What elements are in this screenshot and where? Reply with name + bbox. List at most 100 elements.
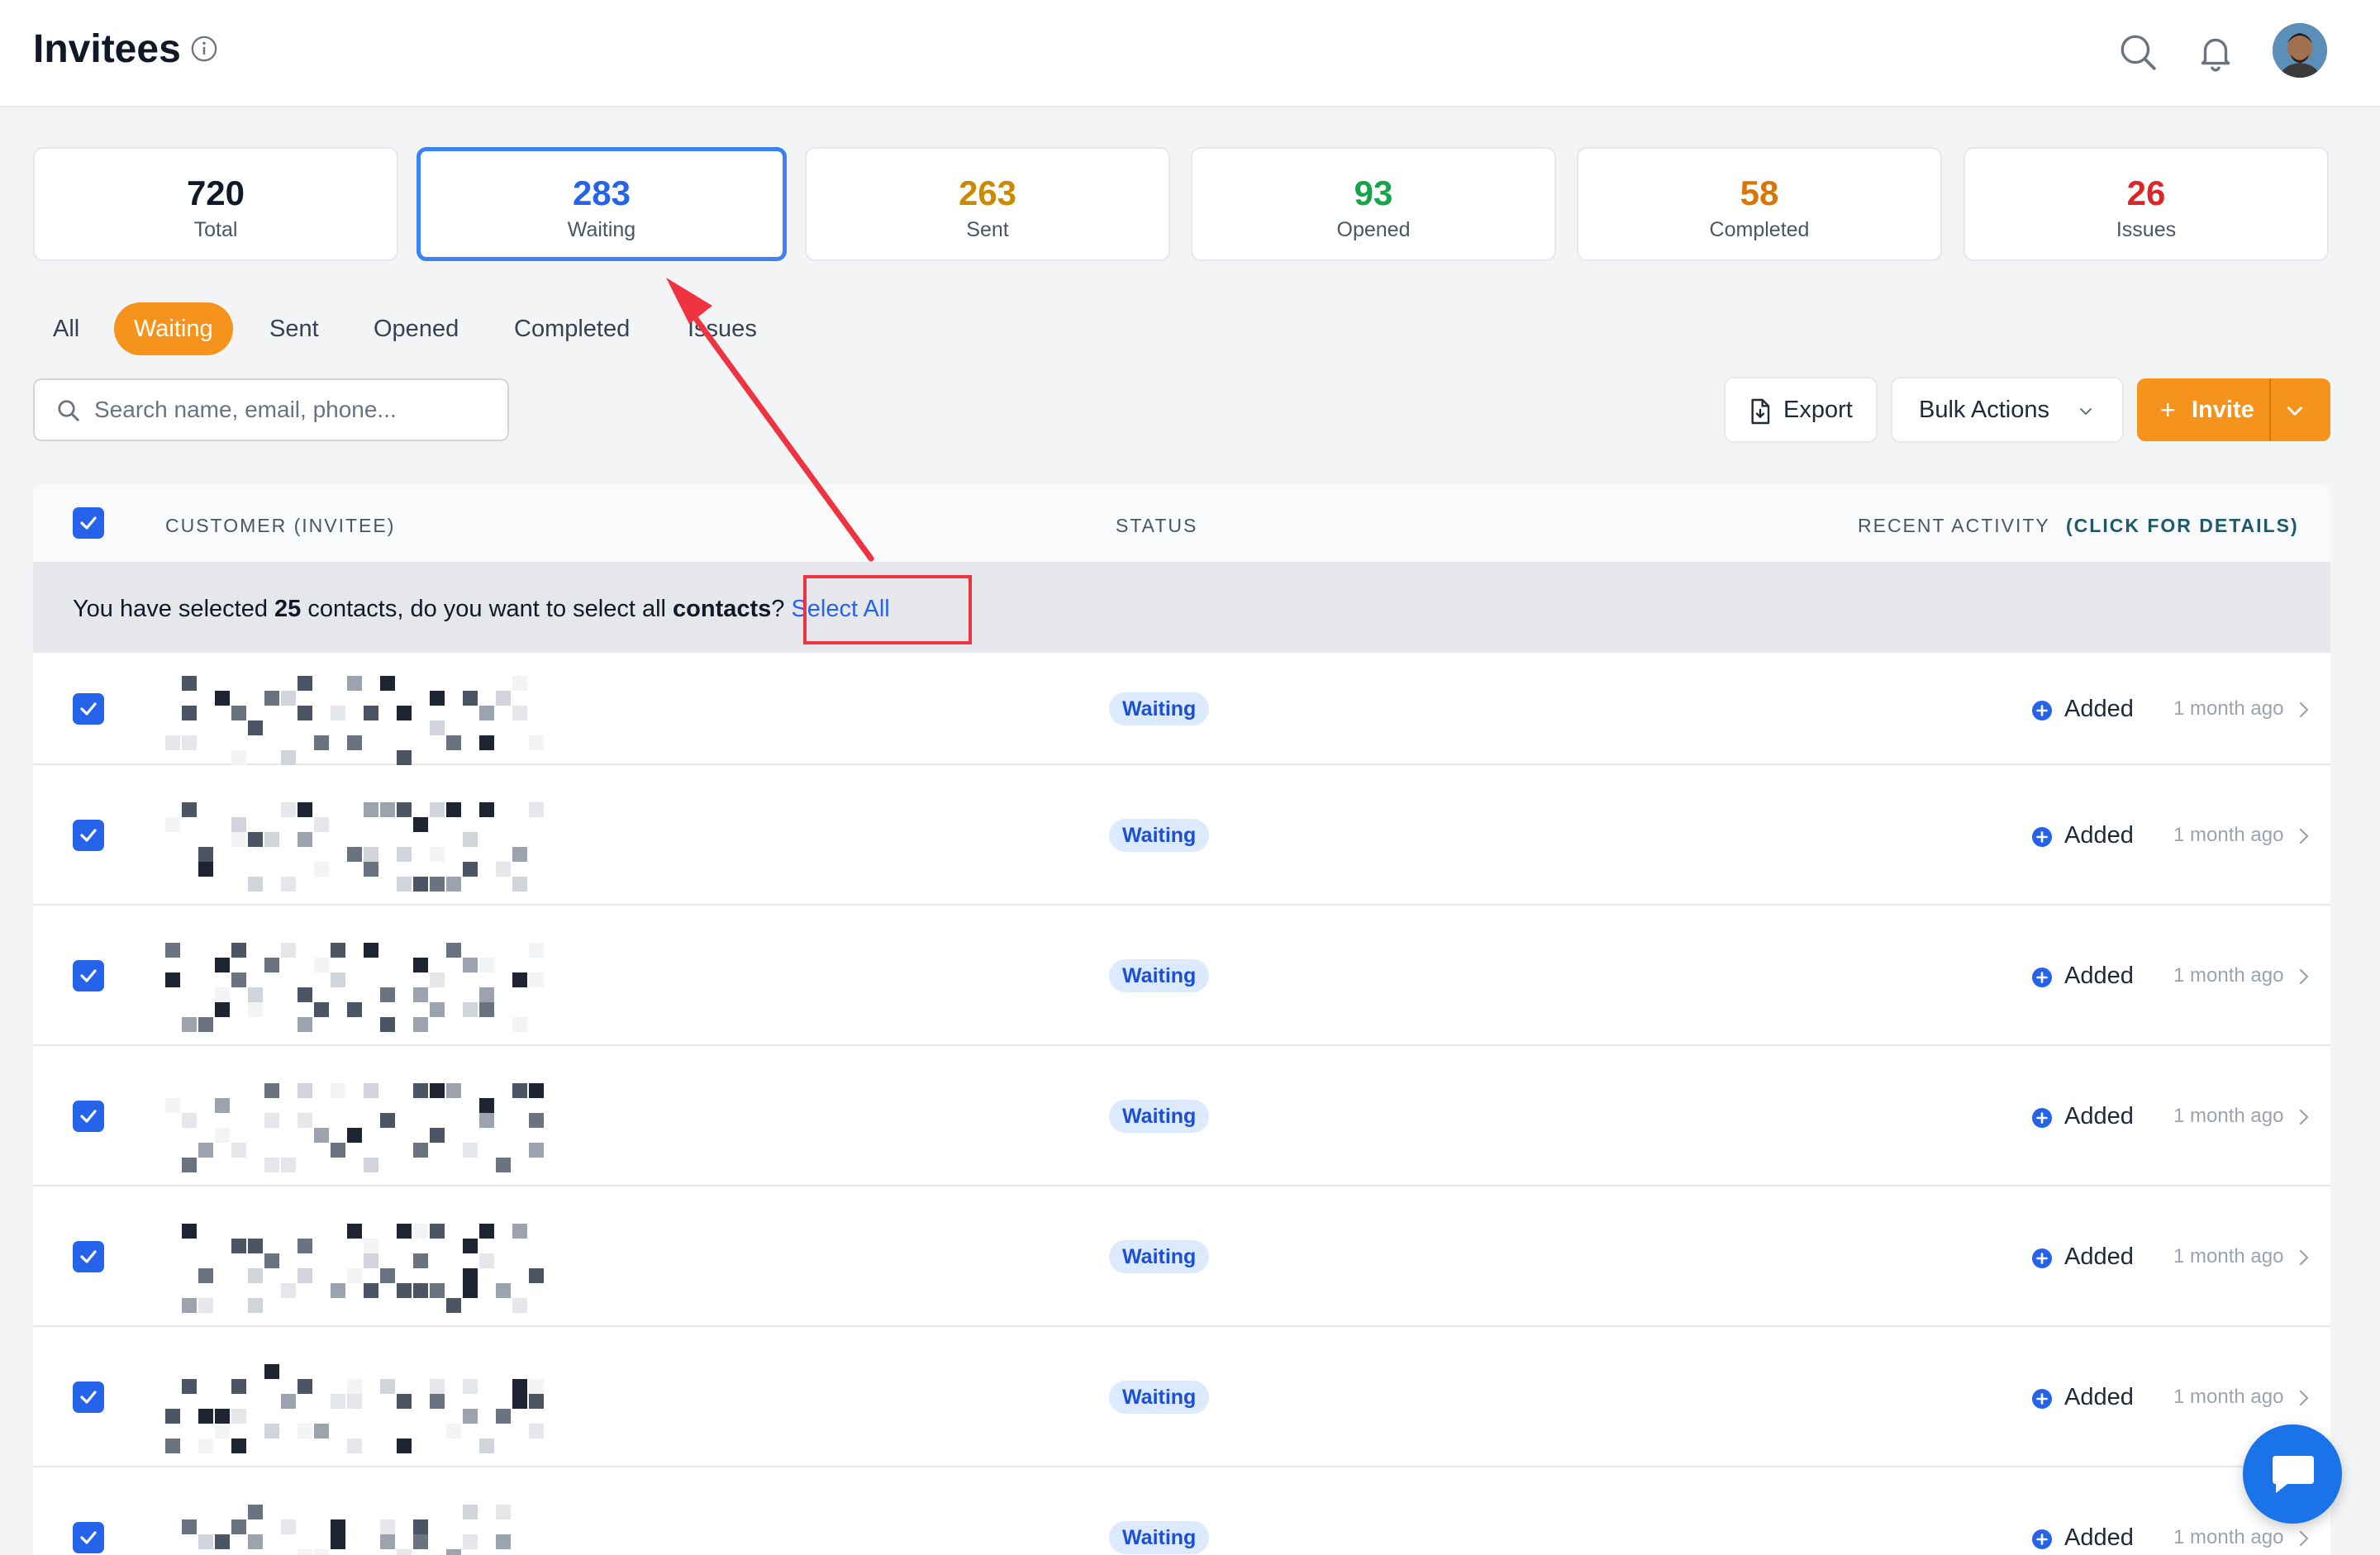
avatar[interactable] bbox=[2273, 23, 2327, 78]
redacted-contact-info bbox=[149, 794, 793, 892]
row-checkbox[interactable] bbox=[73, 1522, 104, 1553]
stat-value: 263 bbox=[958, 174, 1017, 212]
check-icon bbox=[80, 829, 97, 842]
recent-activity[interactable]: Added 1 month ago bbox=[2031, 1240, 2320, 1273]
tab-opened[interactable]: Opened bbox=[354, 302, 478, 355]
recent-activity[interactable]: Added 1 month ago bbox=[2031, 819, 2320, 852]
redacted-contact-info bbox=[149, 1496, 793, 1555]
chevron-right-icon bbox=[2299, 1249, 2309, 1266]
tab-completed[interactable]: Completed bbox=[494, 302, 650, 355]
info-icon[interactable] bbox=[190, 35, 218, 63]
check-icon bbox=[80, 1250, 97, 1263]
check-icon bbox=[80, 1110, 97, 1123]
export-button[interactable]: Export bbox=[1724, 377, 1878, 443]
row-checkbox[interactable] bbox=[73, 1241, 104, 1272]
tab-waiting[interactable]: Waiting bbox=[114, 302, 233, 355]
recent-activity[interactable]: Added 1 month ago bbox=[2031, 692, 2320, 725]
invite-label: Invite bbox=[2192, 397, 2254, 423]
table-row[interactable]: Waiting Added 1 month ago bbox=[33, 765, 2330, 906]
plus-icon: + bbox=[2160, 395, 2176, 425]
invite-divider bbox=[2269, 378, 2271, 441]
stat-label: Waiting bbox=[567, 218, 636, 241]
status-badge: Waiting bbox=[1109, 1381, 1210, 1414]
search-box bbox=[33, 378, 509, 441]
table-row[interactable]: Waiting Added 1 month ago bbox=[33, 653, 2330, 765]
check-icon bbox=[80, 516, 97, 530]
col-status[interactable]: STATUS bbox=[1116, 514, 1197, 537]
stat-label: Opened bbox=[1336, 218, 1411, 241]
chevron-right-icon bbox=[2299, 1109, 2309, 1125]
plus-circle-icon bbox=[2032, 1248, 2052, 1268]
recent-activity[interactable]: Added 1 month ago bbox=[2031, 959, 2320, 992]
selection-banner: You have selected 25 contacts, do you wa… bbox=[33, 564, 2330, 653]
stat-card-sent[interactable]: 263 Sent bbox=[805, 147, 1170, 261]
activity-time: 1 month ago bbox=[2173, 1245, 2284, 1267]
tab-all[interactable]: All bbox=[33, 302, 99, 355]
status-badge: Waiting bbox=[1109, 819, 1210, 852]
stat-label: Sent bbox=[966, 218, 1009, 241]
search-icon bbox=[58, 400, 79, 421]
chevron-down-icon[interactable] bbox=[2284, 400, 2306, 421]
tab-sent[interactable]: Sent bbox=[250, 302, 339, 355]
activity-label: Added bbox=[2064, 1384, 2134, 1410]
status-badge: Waiting bbox=[1109, 1240, 1210, 1273]
activity-label: Added bbox=[2064, 1244, 2134, 1270]
stat-value: 26 bbox=[2126, 174, 2166, 212]
activity-label: Added bbox=[2064, 696, 2134, 722]
stat-card-total[interactable]: 720 Total bbox=[33, 147, 398, 261]
stat-label: Issues bbox=[2116, 218, 2177, 241]
status-badge: Waiting bbox=[1109, 959, 1210, 992]
recent-activity[interactable]: Added 1 month ago bbox=[2031, 1381, 2320, 1414]
redacted-contact-info bbox=[149, 1356, 793, 1453]
row-checkbox[interactable] bbox=[73, 820, 104, 851]
plus-circle-icon bbox=[2032, 968, 2052, 987]
bell-icon[interactable] bbox=[2195, 31, 2236, 73]
col-customer[interactable]: CUSTOMER (INVITEE) bbox=[165, 514, 395, 537]
table-header: CUSTOMER (INVITEE) STATUS RECENT ACTIVIT… bbox=[33, 484, 2330, 564]
search-input[interactable] bbox=[94, 380, 491, 440]
table-row[interactable]: Waiting Added 1 month ago bbox=[33, 1046, 2330, 1186]
plus-circle-icon bbox=[2032, 827, 2052, 847]
row-checkbox[interactable] bbox=[73, 693, 104, 725]
banner-text: You have selected bbox=[73, 596, 275, 622]
check-icon bbox=[80, 1531, 97, 1544]
chevron-right-icon bbox=[2299, 828, 2309, 844]
stat-card-waiting[interactable]: 283 Waiting bbox=[416, 147, 787, 261]
export-label: Export bbox=[1783, 397, 1853, 423]
stat-card-completed[interactable]: 58 Completed bbox=[1577, 147, 1942, 261]
bulk-actions-label: Bulk Actions bbox=[1919, 397, 2049, 423]
recent-activity[interactable]: Added 1 month ago bbox=[2031, 1100, 2320, 1133]
stat-card-opened[interactable]: 93 Opened bbox=[1191, 147, 1556, 261]
plus-circle-icon bbox=[2032, 1108, 2052, 1128]
col-activity-details-link[interactable]: (CLICK FOR DETAILS) bbox=[2066, 514, 2299, 537]
table-row[interactable]: Waiting Added 1 month ago bbox=[33, 1327, 2330, 1467]
activity-time: 1 month ago bbox=[2173, 697, 2284, 720]
selected-count: 25 bbox=[274, 596, 302, 622]
stat-label: Total bbox=[193, 218, 238, 241]
invite-button[interactable]: + Invite bbox=[2137, 378, 2330, 441]
chat-icon bbox=[2273, 1456, 2314, 1493]
plus-circle-icon bbox=[2032, 1529, 2052, 1549]
row-checkbox[interactable] bbox=[73, 960, 104, 991]
search-icon[interactable] bbox=[2117, 31, 2159, 73]
user-avatar-icon bbox=[2273, 23, 2327, 78]
banner-text: ? bbox=[771, 596, 785, 622]
row-checkbox[interactable] bbox=[73, 1101, 104, 1132]
activity-label: Added bbox=[2064, 1103, 2134, 1129]
status-badge: Waiting bbox=[1109, 692, 1210, 725]
select-all-checkbox[interactable] bbox=[73, 507, 104, 539]
table-row[interactable]: Waiting Added 1 month ago bbox=[33, 1186, 2330, 1327]
annotation-highlight-box bbox=[803, 575, 972, 644]
bulk-actions-dropdown[interactable]: Bulk Actions bbox=[1891, 377, 2124, 443]
chat-launcher-button[interactable] bbox=[2243, 1424, 2342, 1524]
activity-label: Added bbox=[2064, 963, 2134, 989]
table-row[interactable]: Waiting Added 1 month ago bbox=[33, 1467, 2330, 1555]
row-checkbox[interactable] bbox=[73, 1381, 104, 1413]
tab-issues[interactable]: Issues bbox=[668, 302, 777, 355]
recent-activity[interactable]: Added 1 month ago bbox=[2031, 1521, 2320, 1554]
invitees-table: CUSTOMER (INVITEE) STATUS RECENT ACTIVIT… bbox=[33, 484, 2330, 1555]
stat-card-issues[interactable]: 26 Issues bbox=[1963, 147, 2329, 261]
stat-value: 720 bbox=[186, 174, 245, 212]
table-row[interactable]: Waiting Added 1 month ago bbox=[33, 906, 2330, 1046]
activity-time: 1 month ago bbox=[2173, 964, 2284, 987]
